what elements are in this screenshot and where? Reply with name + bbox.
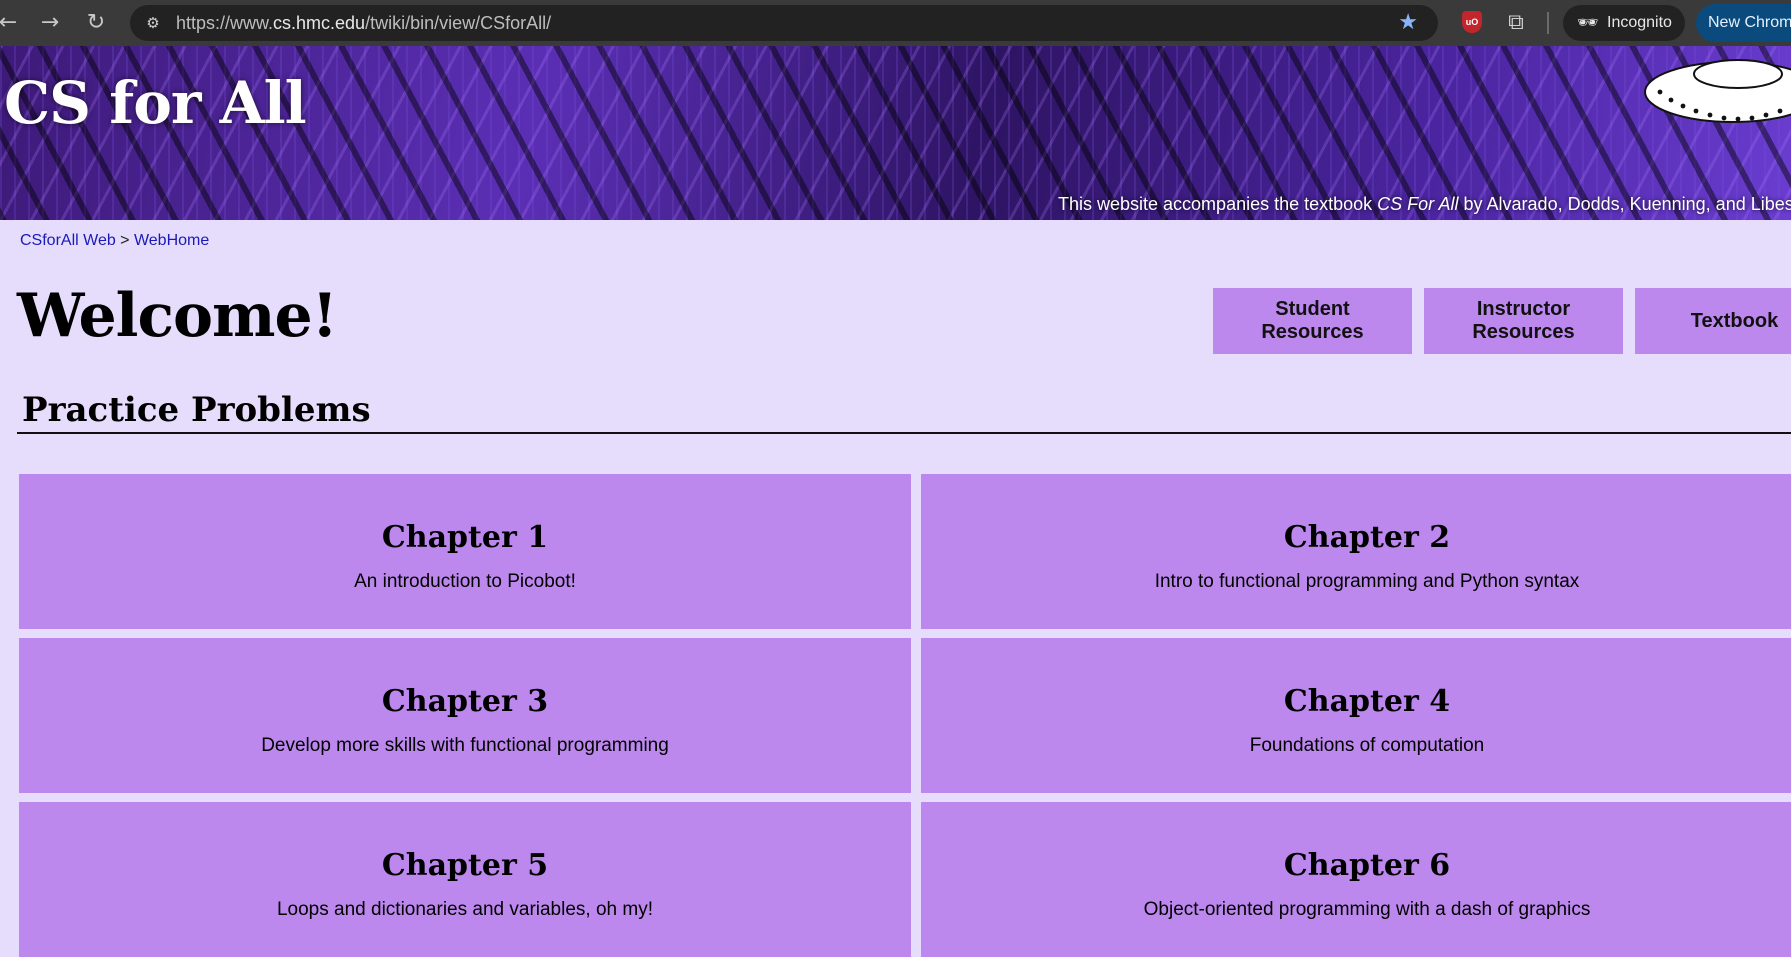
extensions-puzzle-icon[interactable]: ⧉ [1502,9,1530,37]
page-title: Welcome! [17,281,338,351]
textbook-button[interactable]: Textbook [1635,288,1791,354]
chapter-description: Foundations of computation [1249,735,1485,756]
chapter-card-6[interactable]: Chapter 6 Object-oriented programming wi… [921,802,1791,957]
breadcrumb-web-link[interactable]: CSforAll Web [20,232,116,249]
book-title: CS For All [1377,194,1459,214]
student-resources-button[interactable]: Student Resources [1213,288,1412,354]
chapter-title[interactable]: Chapter 5 [19,846,911,886]
breadcrumb-separator: > [115,232,134,249]
reload-icon[interactable]: ↻ [80,7,112,39]
ufo-icon [1644,59,1791,123]
chapter-title[interactable]: Chapter 3 [19,682,911,722]
url-text[interactable]: https://www.cs.hmc.edu/twiki/bin/view/CS… [176,5,551,41]
chapter-title[interactable]: Chapter 2 [921,518,1791,558]
bookmark-star-icon[interactable]: ★ [1398,10,1418,36]
incognito-label: Incognito [1607,14,1672,31]
ublock-extension-icon[interactable]: uO [1462,11,1482,33]
section-divider [17,432,1791,434]
chapter-description: Loops and dictionaries and variables, oh… [276,899,653,920]
chapter-card-3[interactable]: Chapter 3 Develop more skills with funct… [19,638,911,793]
incognito-icon: 🕶 [1577,13,1599,33]
incognito-badge[interactable]: 🕶 Incognito [1563,5,1685,41]
site-title[interactable]: CS for All [4,68,307,138]
banner-tagline: This website accompanies the textbook CS… [1058,194,1791,214]
chapter-description: Develop more skills with functional prog… [261,735,669,756]
forward-arrow-icon[interactable]: → [34,7,66,39]
instructor-resources-button[interactable]: Instructor Resources [1424,288,1623,354]
new-chrome-button[interactable]: New Chrome [1696,4,1791,42]
chapter-description: An introduction to Picobot! [354,571,576,592]
chapter-card-4[interactable]: Chapter 4 Foundations of computation [921,638,1791,793]
chapter-description: Intro to functional programming and Pyth… [1154,571,1580,592]
chapter-description: Object-oriented programming with a dash … [1143,899,1591,920]
chapter-card-2[interactable]: Chapter 2 Intro to functional programmin… [921,474,1791,629]
browser-toolbar: ← → ↻ ⚙ https://www.cs.hmc.edu/twiki/bin… [0,0,1791,46]
url-host: cs.hmc.edu [273,13,366,33]
back-arrow-icon[interactable]: ← [0,7,24,39]
address-bar[interactable]: ⚙ https://www.cs.hmc.edu/twiki/bin/view/… [130,5,1438,41]
chapter-title[interactable]: Chapter 1 [19,518,911,558]
breadcrumb-home-link[interactable]: WebHome [134,232,209,249]
site-info-icon[interactable]: ⚙ [142,13,164,33]
chapter-title[interactable]: Chapter 4 [921,682,1791,722]
site-banner: CS for All This website accompanies the … [0,46,1791,220]
breadcrumb: CSforAll Web > WebHome [20,232,209,250]
chapter-card-1[interactable]: Chapter 1 An introduction to Picobot! [19,474,911,629]
chapter-card-5[interactable]: Chapter 5 Loops and dictionaries and var… [19,802,911,957]
toolbar-divider [1547,12,1549,34]
section-heading: Practice Problems [22,390,371,430]
chapter-title[interactable]: Chapter 6 [921,846,1791,886]
